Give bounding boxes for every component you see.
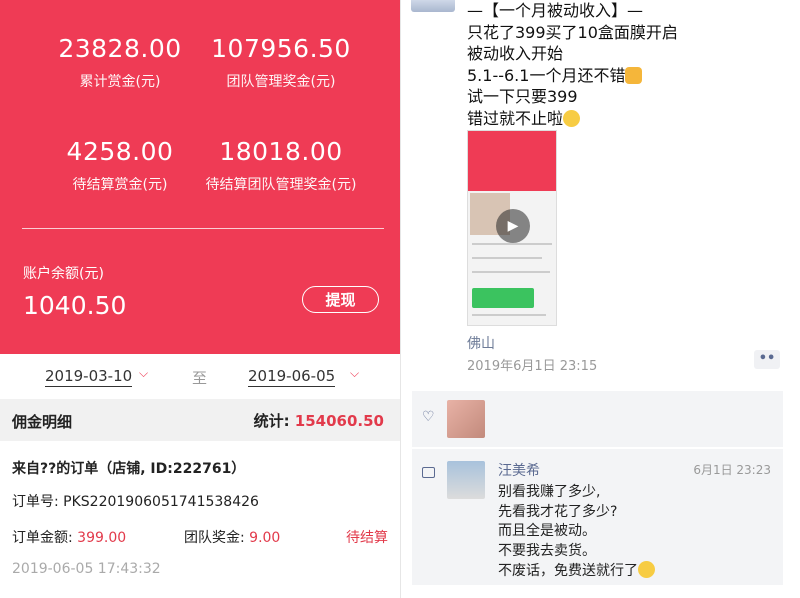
order-amount: 399.00 <box>77 530 127 546</box>
thumbnail-line <box>472 314 546 316</box>
stat-pending-reward: 4258.00 待结算赏金(元) <box>40 137 200 194</box>
post-line: —【一个月被动收入】— <box>467 1 644 20</box>
post-text: —【一个月被动收入】— 只花了399买了10盒面膜开启 被动收入开始 5.1--… <box>467 0 787 129</box>
date-separator: 至 <box>192 369 208 387</box>
thumbnail-chat-bubble <box>472 288 534 308</box>
balance-label: 账户余额(元) <box>23 266 104 282</box>
comment-text: 别看我赚了多少, 先看我才花了多少? 而且全是被动。 不要我去卖货。 不废话，免… <box>498 483 655 582</box>
play-icon[interactable]: ▶ <box>496 209 530 243</box>
total-value: 154060.50 <box>294 412 384 430</box>
date-from-value: 2019-03-10 <box>45 367 133 387</box>
date-to-value: 2019-06-05 <box>248 367 336 387</box>
team-bonus-amount: 9.00 <box>249 530 281 546</box>
earnings-header: 23828.00 累计赏金(元) 107956.50 团队管理奖金(元) 425… <box>0 0 400 354</box>
thumbnail-line <box>472 257 542 259</box>
commission-summary: 佣金明细 统计: 154060.50 <box>0 399 400 441</box>
likes-row: ♡ <box>412 391 783 447</box>
stat-team-bonus: 107956.50 团队管理奖金(元) <box>196 34 366 91</box>
stat-value: 4258.00 <box>66 137 174 166</box>
order-amount-label: 订单金额: <box>12 530 78 546</box>
post-line: 试一下只要399 <box>467 87 578 106</box>
stat-value: 107956.50 <box>211 34 351 63</box>
comment-line: 别看我赚了多少, <box>498 484 601 500</box>
order-time: 2019-06-05 17:43:32 <box>12 561 161 577</box>
fist-emoji-icon <box>625 66 643 84</box>
post-location[interactable]: 佛山 <box>467 333 495 353</box>
commenter-name[interactable]: 汪美希 <box>498 460 540 480</box>
stat-pending-team-bonus: 18018.00 待结算团队管理奖金(元) <box>196 137 366 194</box>
section-title: 佣金明细 <box>12 413 73 431</box>
order-source: 来自??的订单（店铺, ID:222761） <box>12 461 246 477</box>
stat-label: 待结算赏金(元) <box>72 177 168 193</box>
more-options-button[interactable]: •• <box>754 350 780 369</box>
date-range-filter: 2019-03-10 ⌵ 至 2019-06-05 ⌵ <box>0 354 400 398</box>
avatar[interactable] <box>411 0 455 12</box>
comment-line: 不要我去卖货。 <box>498 542 596 559</box>
stat-value: 18018.00 <box>219 137 343 166</box>
stat-label: 累计赏金(元) <box>79 74 161 90</box>
comment-line: 不废话，免费送就行了 <box>498 561 655 582</box>
thumbnail-line <box>472 243 552 245</box>
video-thumbnail[interactable]: ▶ <box>467 130 557 326</box>
screenshot-collage: 23828.00 累计赏金(元) 107956.50 团队管理奖金(元) 425… <box>0 0 800 598</box>
comment-icon <box>422 467 435 478</box>
total-label: 统计: <box>253 412 295 430</box>
chevron-down-icon[interactable]: ⌵ <box>139 366 148 381</box>
stat-value: 23828.00 <box>58 34 182 63</box>
order-number-label: 订单号: <box>12 494 64 510</box>
comment-line: 先看我才花了多少? <box>498 503 618 520</box>
order-amount-row: 订单金额: 399.00 <box>12 527 126 547</box>
date-from-picker[interactable]: 2019-03-10 <box>45 367 133 387</box>
post-line: 只花了399买了10盒面膜开启 <box>467 22 678 42</box>
comment-section: 汪美希 6月1日 23:23 别看我赚了多少, 先看我才花了多少? 而且全是被动… <box>412 449 783 585</box>
thumbnail-header <box>468 131 556 191</box>
thumbnail-line <box>472 271 550 273</box>
team-bonus-row: 团队奖金: 9.00 <box>184 527 280 547</box>
stat-label: 待结算团队管理奖金(元) <box>205 177 357 193</box>
post-line: 5.1--6.1一个月还不错 <box>467 65 787 87</box>
post-time: 2019年6月1日 23:15 <box>467 359 598 374</box>
smirk-emoji-icon <box>638 561 655 578</box>
team-bonus-label: 团队奖金: <box>184 530 250 546</box>
comment-time: 6月1日 23:23 <box>693 463 771 477</box>
header-divider <box>22 228 384 229</box>
post-line: 错过就不止啦 <box>467 108 787 130</box>
comment-line-text: 不废话，免费送就行了 <box>498 563 638 579</box>
post-line-text: 5.1--6.1一个月还不错 <box>467 65 626 85</box>
date-to-picker[interactable]: 2019-06-05 <box>248 367 336 387</box>
stat-label: 团队管理奖金(元) <box>226 74 336 90</box>
order-number-row: 订单号: PKS2201906051741538426 <box>12 491 259 511</box>
comment-line: 而且全是被动。 <box>498 523 596 539</box>
wallet-panel: 23828.00 累计赏金(元) 107956.50 团队管理奖金(元) 425… <box>0 0 400 598</box>
avatar[interactable] <box>447 461 485 499</box>
balance-value: 1040.50 <box>23 291 127 320</box>
status-badge: 待结算 <box>346 530 388 546</box>
post-line-text: 错过就不止啦 <box>467 108 564 128</box>
avatar[interactable] <box>447 400 485 438</box>
total-summary: 统计: 154060.50 <box>254 410 384 431</box>
post-line: 被动收入开始 <box>467 44 564 63</box>
order-number: PKS2201906051741538426 <box>63 494 259 510</box>
stat-total-reward: 23828.00 累计赏金(元) <box>40 34 200 91</box>
heart-icon: ♡ <box>422 409 435 425</box>
chevron-down-icon[interactable]: ⌵ <box>350 366 359 381</box>
withdraw-button[interactable]: 提现 <box>302 286 379 313</box>
smirk-emoji-icon <box>563 109 581 127</box>
order-card[interactable]: 来自??的订单（店铺, ID:222761） 订单号: PKS220190605… <box>0 441 400 598</box>
